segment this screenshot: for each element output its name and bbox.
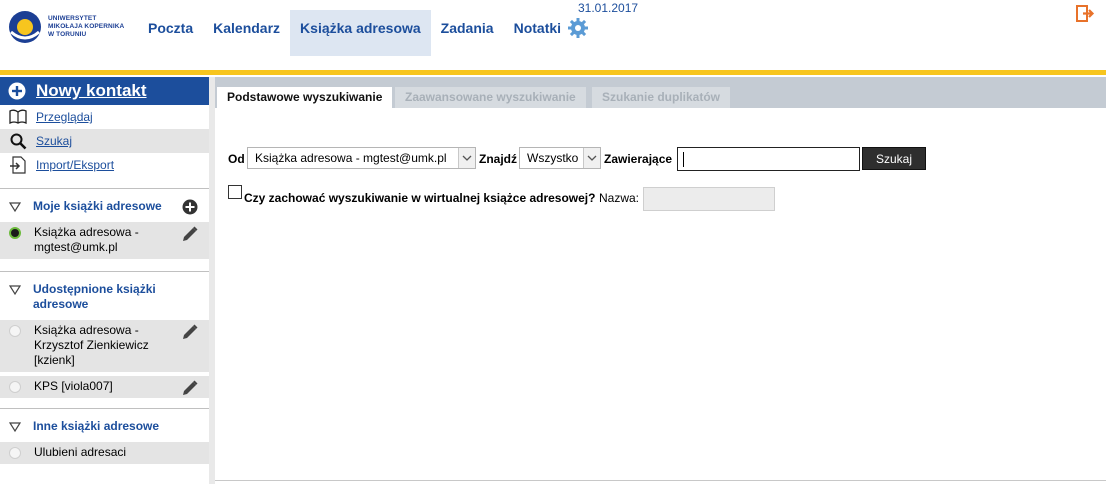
current-date: 31.01.2017: [578, 1, 639, 15]
collapse-triangle-icon: [8, 421, 22, 433]
sidebar-action-label: Szukaj: [36, 134, 73, 148]
header-accent-line: [0, 70, 1106, 75]
radio-icon[interactable]: [9, 381, 21, 393]
tab-advanced-search[interactable]: Zaawansowane wyszukiwanie: [395, 87, 586, 108]
nav-ksiazka-adresowa[interactable]: Książka adresowa: [290, 10, 431, 56]
logo-line: UNIWERSYTET: [48, 15, 97, 22]
search-button[interactable]: Szukaj: [862, 147, 926, 170]
collapse-triangle-icon: [8, 201, 22, 213]
contains-label: Zawierające: [604, 152, 673, 166]
book-icon: [9, 108, 27, 126]
find-field-select[interactable]: Wszystko: [519, 147, 601, 169]
section-title: Udostępnione książki adresowe: [33, 282, 156, 311]
address-book-item[interactable]: Książka adresowa - mgtest@umk.pl: [0, 222, 209, 259]
address-book-label: KPS [viola007]: [34, 379, 113, 393]
sidebar-action-label: Import/Eksport: [36, 158, 115, 172]
sidebar: Nowy kontakt Przeglądaj Szukaj Import/Ek…: [0, 77, 209, 484]
plus-circle-icon: [8, 82, 26, 100]
address-book-label: Ulubieni adresaci: [34, 445, 127, 459]
sidebar-action-browse[interactable]: Przeglądaj: [0, 105, 209, 129]
sidebar-action-search[interactable]: Szukaj: [0, 129, 209, 153]
section-shared-address-books[interactable]: Udostępnione książki adresowe: [0, 272, 209, 320]
logo-line: W TORUNIU: [48, 31, 87, 38]
address-book-label: Książka adresowa - mgtest@umk.pl: [34, 225, 139, 254]
chevron-down-icon: [458, 148, 475, 168]
logo-line: MIKOŁAJA KOPERNIKA: [48, 23, 125, 30]
add-address-book-icon[interactable]: [182, 199, 198, 215]
logo-text: UNIWERSYTET MIKOŁAJA KOPERNIKA W TORUNIU: [48, 15, 124, 39]
sidebar-action-import-export[interactable]: Import/Eksport: [0, 153, 209, 177]
selected-radio-icon[interactable]: [9, 227, 21, 239]
nav-notatki[interactable]: Notatki: [504, 10, 565, 56]
virtual-book-name-input[interactable]: [643, 187, 775, 211]
save-search-checkbox[interactable]: [228, 185, 242, 199]
nav-poczta[interactable]: Poczta: [138, 10, 203, 56]
search-input[interactable]: [677, 147, 860, 171]
pencil-icon[interactable]: [181, 225, 199, 243]
gear-icon[interactable]: [567, 17, 589, 39]
text-caret: [683, 152, 684, 167]
save-search-question: Czy zachować wyszukiwanie w wirtualnej k…: [244, 191, 596, 205]
tab-basic-search[interactable]: Podstawowe wyszukiwanie: [217, 87, 393, 108]
address-book-label: Książka adresowa - Krzysztof Zienkiewicz…: [34, 323, 149, 367]
address-book-select-value: Książka adresowa - mgtest@umk.pl: [255, 151, 447, 165]
sidebar-action-label: Przeglądaj: [36, 110, 93, 124]
address-book-item[interactable]: KPS [viola007]: [0, 376, 209, 398]
top-navigation: Poczta Kalendarz Książka adresowa Zadani…: [138, 10, 589, 56]
nav-kalendarz[interactable]: Kalendarz: [203, 10, 290, 56]
address-book-item[interactable]: Książka adresowa - Krzysztof Zienkiewicz…: [0, 320, 209, 372]
find-label: Znajdź: [479, 152, 517, 166]
pencil-icon[interactable]: [181, 379, 199, 397]
section-title: Moje książki adresowe: [33, 199, 162, 213]
logout-icon[interactable]: [1075, 4, 1095, 24]
tab-duplicate-search[interactable]: Szukanie duplikatów: [592, 87, 731, 108]
nav-zadania[interactable]: Zadania: [431, 10, 504, 56]
new-contact-label: Nowy kontakt: [36, 81, 147, 100]
university-logo[interactable]: UNIWERSYTET MIKOŁAJA KOPERNIKA W TORUNIU: [8, 6, 138, 48]
find-field-select-value: Wszystko: [527, 151, 579, 165]
section-title: Inne książki adresowe: [33, 419, 160, 433]
import-export-icon: [9, 156, 27, 174]
from-label: Od: [228, 152, 245, 166]
address-book-item[interactable]: Ulubieni adresaci: [0, 442, 209, 464]
header: UNIWERSYTET MIKOŁAJA KOPERNIKA W TORUNIU…: [0, 0, 1106, 56]
name-label: Nazwa:: [599, 191, 640, 205]
main-content: Podstawowe wyszukiwanie Zaawansowane wys…: [215, 77, 1106, 481]
section-other-address-books[interactable]: Inne książki adresowe: [0, 409, 209, 442]
address-book-select[interactable]: Książka adresowa - mgtest@umk.pl: [247, 147, 476, 169]
new-contact-button[interactable]: Nowy kontakt: [0, 77, 209, 105]
search-row: Od Książka adresowa - mgtest@umk.pl Znaj…: [215, 146, 1106, 172]
chevron-down-icon: [583, 148, 600, 168]
radio-icon[interactable]: [9, 447, 21, 459]
section-my-address-books[interactable]: Moje książki adresowe: [0, 189, 209, 222]
main-bottom-border: [215, 480, 1106, 481]
tab-bar: Podstawowe wyszukiwanie Zaawansowane wys…: [215, 77, 1106, 108]
logo-emblem-icon: [8, 10, 42, 44]
radio-icon[interactable]: [9, 325, 21, 337]
search-icon: [9, 132, 27, 150]
save-search-row: Czy zachować wyszukiwanie w wirtualnej k…: [215, 185, 1106, 211]
pencil-icon[interactable]: [181, 323, 199, 341]
collapse-triangle-icon: [8, 284, 22, 296]
